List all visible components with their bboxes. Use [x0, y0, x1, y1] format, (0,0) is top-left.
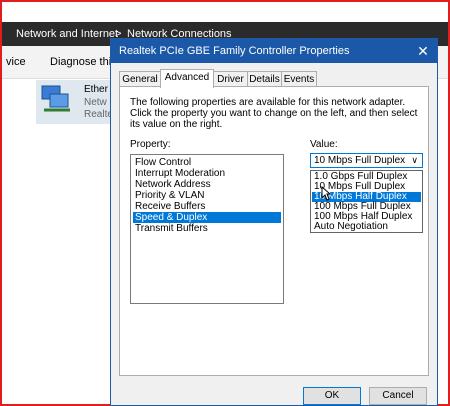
tab-details[interactable]: Details [247, 71, 282, 86]
property-item[interactable]: Flow Control [133, 157, 193, 168]
property-item[interactable]: Interrupt Moderation [133, 168, 227, 179]
dialog-titlebar[interactable]: Realtek PCIe GBE Family Controller Prope… [111, 39, 437, 63]
tab-driver[interactable]: Driver [213, 71, 248, 86]
toolbar-diagnose[interactable]: Diagnose this [50, 46, 117, 78]
cancel-button[interactable]: Cancel [369, 387, 427, 405]
property-list[interactable]: Flow Control Interrupt Moderation Networ… [130, 154, 284, 304]
adapter-name: Ether [84, 84, 108, 95]
property-item[interactable]: Receive Buffers [133, 201, 207, 212]
network-adapter-icon [41, 85, 70, 112]
tab-events[interactable]: Events [281, 71, 317, 86]
close-icon[interactable]: ✕ [413, 39, 433, 63]
adapter-device: Realte [84, 109, 113, 120]
toolbar-item-device[interactable]: vice [6, 46, 26, 78]
properties-dialog: Realtek PCIe GBE Family Controller Prope… [110, 38, 438, 406]
tab-general[interactable]: General [119, 71, 161, 86]
value-option[interactable]: Auto Negotiation [312, 222, 421, 232]
tab-advanced[interactable]: Advanced [160, 69, 214, 88]
property-item[interactable]: Priority & VLAN [133, 190, 206, 201]
property-item[interactable]: Network Address [133, 179, 213, 190]
adapter-status: Netw [84, 97, 107, 108]
value-label: Value: [310, 139, 338, 150]
chevron-down-icon: ∨ [411, 155, 418, 165]
dialog-title: Realtek PCIe GBE Family Controller Prope… [119, 45, 350, 57]
value-dropdown-list[interactable]: 1.0 Gbps Full Duplex 10 Mbps Full Duplex… [310, 170, 423, 233]
value-select-current: 10 Mbps Full Duplex [314, 155, 406, 166]
breadcrumb-network-and-internet[interactable]: Network and Internet [16, 22, 118, 46]
property-item-selected[interactable]: Speed & Duplex [133, 212, 281, 223]
mouse-cursor-icon [321, 186, 331, 201]
advanced-panel: The following properties are available f… [119, 86, 429, 376]
ok-button[interactable]: OK [303, 387, 361, 405]
value-select[interactable]: 10 Mbps Full Duplex ∨ [310, 153, 423, 168]
property-label: Property: [130, 139, 171, 150]
description-text: The following properties are available f… [130, 97, 418, 130]
property-item[interactable]: Transmit Buffers [133, 223, 210, 234]
